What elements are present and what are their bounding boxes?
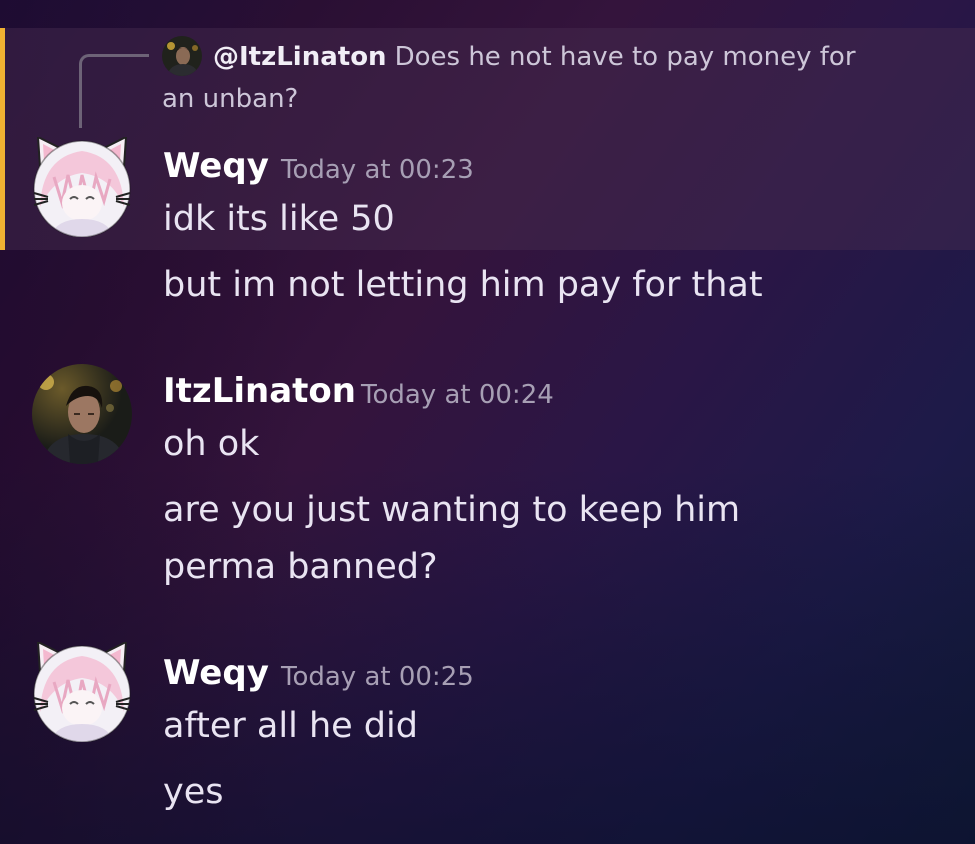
user-avatar[interactable] — [32, 642, 132, 742]
reply-author-mention[interactable]: @ItzLinaton — [213, 42, 387, 72]
reply-connector — [79, 54, 149, 128]
message-content: yes — [163, 772, 224, 812]
user-avatar[interactable] — [32, 364, 132, 464]
message-content: idk its like 50 — [163, 199, 395, 239]
user-avatar[interactable] — [32, 137, 132, 237]
reply-preview[interactable]: @ItzLinaton Does he not have to pay money… — [162, 36, 882, 120]
message-author[interactable]: Weqy — [163, 653, 269, 693]
message-content: but im not letting him pay for that — [163, 265, 763, 305]
message-content: after all he did — [163, 706, 418, 746]
message-content: are you just wanting to keep him perma b… — [163, 490, 741, 587]
message-timestamp: Today at 00:25 — [281, 662, 474, 692]
message-timestamp: Today at 00:23 — [281, 155, 474, 185]
mention-highlight-bar — [0, 28, 5, 250]
message-author[interactable]: Weqy — [163, 146, 269, 186]
message-timestamp: Today at 00:24 — [361, 380, 554, 410]
message-author[interactable]: ItzLinaton — [163, 371, 356, 411]
message-content: oh ok — [163, 424, 260, 464]
